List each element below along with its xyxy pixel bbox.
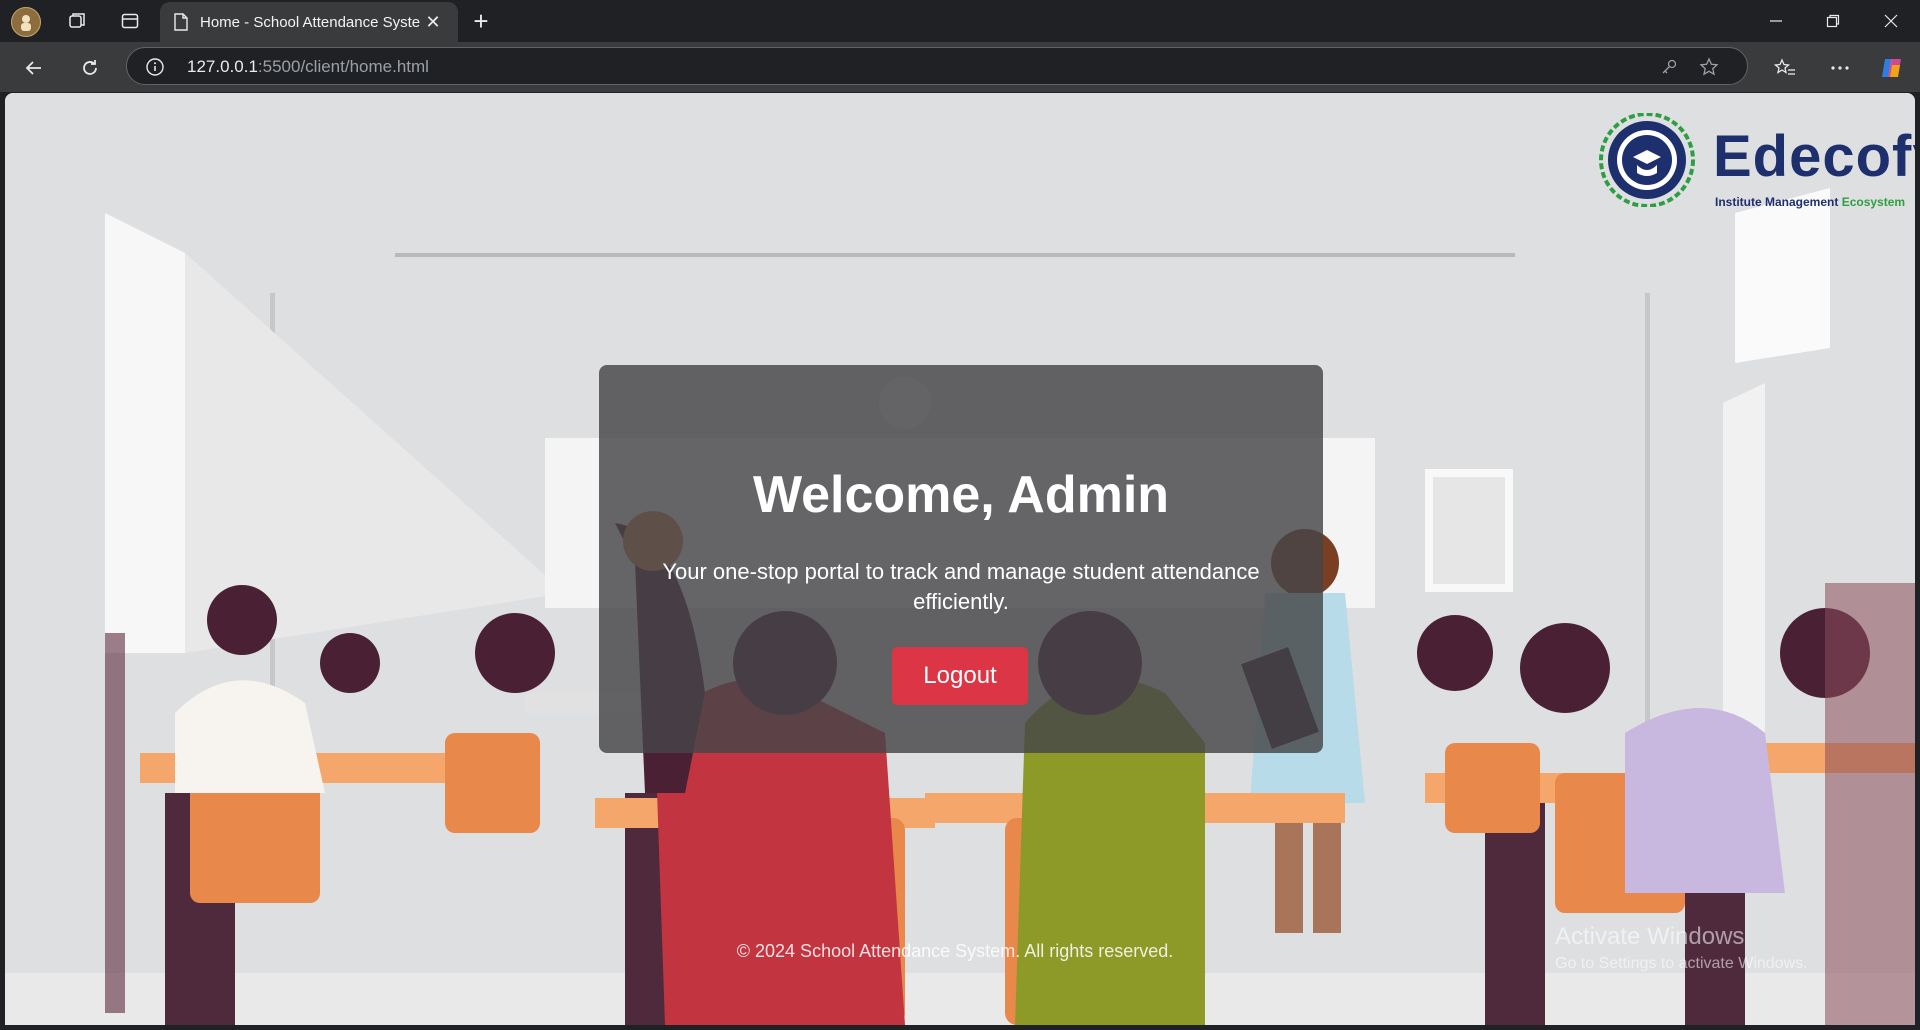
profile-avatar[interactable] xyxy=(11,7,41,37)
copilot-button[interactable] xyxy=(1876,52,1908,84)
back-button[interactable] xyxy=(18,52,50,84)
page-footer: © 2024 School Attendance System. All rig… xyxy=(736,941,1174,961)
page-viewport: Edecofy Institute Management Ecosystem W… xyxy=(5,93,1915,1025)
more-dots-icon xyxy=(1831,66,1849,70)
welcome-subtitle: Your one-stop portal to track and manage… xyxy=(662,559,1260,614)
favorite-star-icon[interactable] xyxy=(1698,56,1720,78)
site-info-icon[interactable] xyxy=(145,57,165,77)
address-bar[interactable]: 127.0.0.1:5500/client/home.html xyxy=(126,47,1748,85)
logo-tagline-accent: Ecosystem xyxy=(1841,195,1906,209)
copilot-icon xyxy=(1882,59,1901,77)
logo-emblem-icon xyxy=(1599,112,1695,208)
favorites-button[interactable] xyxy=(1769,52,1801,84)
close-icon xyxy=(1884,14,1898,28)
activate-windows-watermark: Activate Windows Go to Settings to activ… xyxy=(1555,923,1808,973)
welcome-heading: Welcome, Admin xyxy=(752,466,1170,524)
url-host: 127.0.0.1 xyxy=(187,57,258,76)
back-arrow-icon xyxy=(25,61,41,75)
edecofy-logo: Edecofy Institute Management Ecosystem xyxy=(1597,112,1915,213)
tab-close-icon[interactable]: ✕ xyxy=(422,11,444,33)
new-tab-button[interactable]: + xyxy=(466,6,496,36)
restore-icon xyxy=(1826,14,1840,28)
activate-windows-title: Activate Windows xyxy=(1555,923,1745,950)
avatar-figure-icon xyxy=(21,15,31,31)
browser-titlebar: Home - School Attendance Syste ✕ + xyxy=(0,0,1920,42)
workspaces-button[interactable] xyxy=(60,6,94,36)
browser-toolbar: 127.0.0.1:5500/client/home.html xyxy=(0,42,1920,92)
refresh-button[interactable] xyxy=(74,52,106,84)
tab-active[interactable]: Home - School Attendance Syste ✕ xyxy=(160,2,458,42)
settings-menu-button[interactable] xyxy=(1824,52,1856,84)
logout-button[interactable]: Logout xyxy=(892,647,1028,705)
favorites-list-icon xyxy=(1774,58,1795,75)
minimize-button[interactable] xyxy=(1747,0,1805,42)
tab-title: Home - School Attendance Syste xyxy=(200,13,421,31)
url-text[interactable]: 127.0.0.1:5500/client/home.html xyxy=(187,57,429,77)
logo-brand-text: Edecofy xyxy=(1713,124,1915,189)
logo-tagline: Institute Management Ecosystem xyxy=(1715,195,1905,209)
tab-actions-icon xyxy=(121,13,139,29)
activate-windows-subtitle: Go to Settings to activate Windows. xyxy=(1555,955,1808,972)
passwords-key-icon[interactable] xyxy=(1658,56,1680,78)
restore-button[interactable] xyxy=(1804,0,1862,42)
vertical-tabs-button[interactable] xyxy=(113,6,147,36)
refresh-icon xyxy=(83,60,97,75)
page-icon xyxy=(172,13,190,31)
welcome-card: Welcome, Admin Your one-stop portal to t… xyxy=(599,365,1323,753)
minimize-icon xyxy=(1770,20,1782,22)
close-window-button[interactable] xyxy=(1862,0,1920,42)
url-path: :5500/client/home.html xyxy=(257,57,429,76)
workspaces-icon xyxy=(69,13,85,28)
logo-tagline-main: Institute Management xyxy=(1715,195,1839,209)
